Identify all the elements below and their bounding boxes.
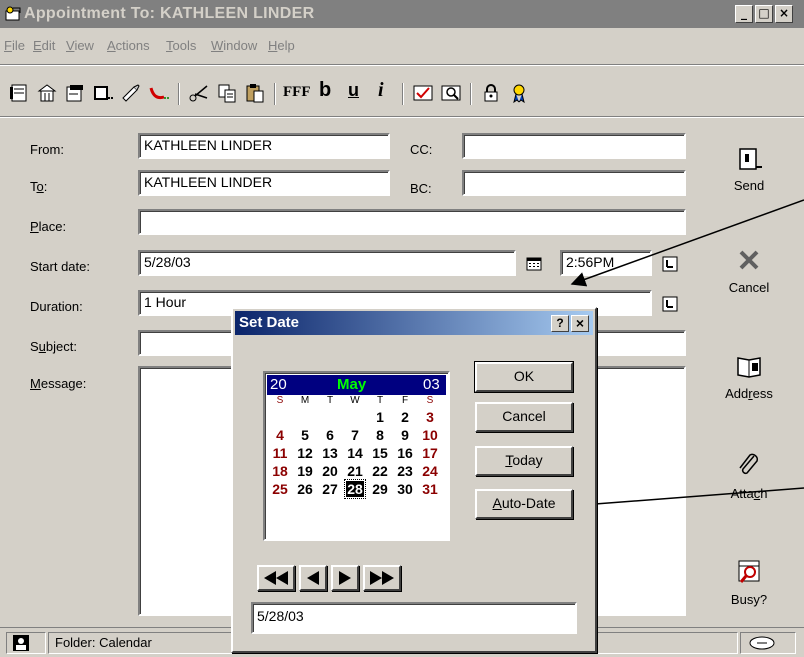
calendar-day[interactable]: 22 <box>371 463 389 479</box>
fast-forward-button[interactable] <box>363 565 401 591</box>
calendar-day[interactable]: 15 <box>371 445 389 461</box>
calendar-day[interactable]: 14 <box>346 445 364 461</box>
calendar-dow-label: T <box>326 395 334 406</box>
prev-button[interactable] <box>299 565 327 591</box>
set-date-dialog: Set Date ? × 20 May 03 SMTWTFS1234567891… <box>231 307 597 653</box>
ok-button[interactable]: OK <box>474 361 574 393</box>
calendar-dow-label: M <box>300 395 310 406</box>
fast-forward-icon <box>370 571 394 585</box>
calendar-day[interactable]: 18 <box>271 463 289 479</box>
calendar-dow-label: T <box>376 395 384 406</box>
next-button[interactable] <box>331 565 359 591</box>
rewind-button[interactable] <box>257 565 295 591</box>
calendar-day[interactable]: 25 <box>271 481 289 497</box>
calendar-day[interactable]: 21 <box>346 463 364 479</box>
calendar-day[interactable]: 31 <box>421 481 439 497</box>
calendar-day[interactable]: 23 <box>396 463 414 479</box>
calendar-day[interactable]: 20 <box>321 463 339 479</box>
calendar-day[interactable]: 11 <box>271 445 289 461</box>
dialog-help-button[interactable]: ? <box>551 315 569 332</box>
calendar-day[interactable]: 29 <box>371 481 389 497</box>
calendar-day[interactable]: 27 <box>321 481 339 497</box>
calendar-day[interactable]: 3 <box>421 409 439 425</box>
calendar-day[interactable]: 2 <box>396 409 414 425</box>
prev-icon <box>307 571 319 585</box>
calendar-dow-label: W <box>350 395 360 406</box>
calendar-header: 20 May 03 <box>267 375 446 395</box>
dialog-title: Set Date <box>239 314 300 331</box>
appointment-window: Appointment To: KATHLEEN LINDER _ □ × Fi… <box>0 0 804 657</box>
calendar-day[interactable]: 19 <box>296 463 314 479</box>
calendar-day[interactable]: 10 <box>421 427 439 443</box>
auto-date-button[interactable]: Auto-Date <box>475 489 573 519</box>
calendar-day[interactable]: 17 <box>421 445 439 461</box>
calendar-day[interactable]: 26 <box>296 481 314 497</box>
next-icon <box>339 571 351 585</box>
annotation-arrow-time <box>570 199 804 287</box>
calendar-day[interactable]: 12 <box>296 445 314 461</box>
calendar-day[interactable]: 9 <box>396 427 414 443</box>
calendar-dow-label: S <box>426 395 434 406</box>
calendar-day[interactable]: 30 <box>396 481 414 497</box>
calendar-dow-label: F <box>401 395 409 406</box>
calendar-dow-label: S <box>276 395 284 406</box>
dialog-close-button[interactable]: × <box>571 315 589 332</box>
calendar-day[interactable]: 6 <box>321 427 339 443</box>
calendar-year: 03 <box>423 376 440 393</box>
calendar-day[interactable]: 5 <box>296 427 314 443</box>
cancel-dialog-button[interactable]: Cancel <box>475 402 573 432</box>
calendar-day[interactable]: 16 <box>396 445 414 461</box>
calendar-month: May <box>337 376 367 393</box>
calendar-day[interactable]: 24 <box>421 463 439 479</box>
calendar-day[interactable]: 8 <box>371 427 389 443</box>
calendar-century: 20 <box>270 376 287 393</box>
rewind-icon <box>264 571 288 585</box>
annotation-arrow-autodate <box>580 487 804 512</box>
calendar[interactable]: 20 May 03 S M T W T F S 1 2 3 4 5 6 7 8 9 10 11 12 13 14 15 16… <box>263 371 450 541</box>
today-button[interactable]: Today <box>475 446 573 476</box>
calendar-day-selected[interactable]: 28 <box>344 479 366 499</box>
calendar-day[interactable]: 4 <box>271 427 289 443</box>
dialog-title-bar[interactable]: Set Date ? × <box>235 311 593 335</box>
calendar-day[interactable]: 1 <box>371 409 389 425</box>
date-input[interactable]: 5/28/03 <box>251 602 577 634</box>
calendar-day[interactable]: 13 <box>321 445 339 461</box>
calendar-day[interactable]: 7 <box>346 427 364 443</box>
